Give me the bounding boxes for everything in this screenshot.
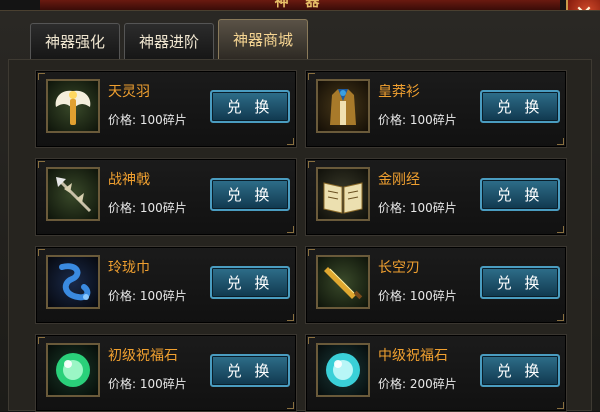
- shop-panel: 天灵羽 价格: 100碎片 兑 换 皇莽衫 价格: 100碎片 兑 换 战神戟 …: [8, 59, 592, 412]
- tab-shop[interactable]: 神器商城: [218, 19, 309, 59]
- scripture-book-icon: [316, 167, 370, 221]
- exchange-button[interactable]: 兑 换: [210, 354, 290, 387]
- item-name: 中级祝福石: [378, 348, 448, 364]
- exchange-button[interactable]: 兑 换: [480, 90, 560, 123]
- tab-enhance[interactable]: 神器强化: [30, 23, 121, 59]
- shop-item-card: 初级祝福石 价格: 100碎片 兑 换: [35, 334, 297, 412]
- item-name: 玲珑巾: [108, 260, 150, 276]
- tab-bar: 神器强化 神器进阶 神器商城: [30, 19, 309, 59]
- shop-item-card: 天灵羽 价格: 100碎片 兑 换: [35, 70, 297, 148]
- shop-item-card: 皇莽衫 价格: 100碎片 兑 换: [305, 70, 567, 148]
- angel-wings-icon: [46, 79, 100, 133]
- tab-advance[interactable]: 神器进阶: [124, 23, 215, 59]
- main-frame: 神器强化 神器进阶 神器商城 天灵羽 价格: 100碎片 兑 换 皇莽衫 价格:…: [0, 10, 600, 412]
- exchange-button[interactable]: 兑 换: [210, 90, 290, 123]
- item-price: 价格: 100碎片: [108, 201, 187, 215]
- item-name: 皇莽衫: [378, 84, 420, 100]
- shop-item-card: 金刚经 价格: 100碎片 兑 换: [305, 158, 567, 236]
- shop-item-card: 玲珑巾 价格: 100碎片 兑 换: [35, 246, 297, 324]
- exchange-button[interactable]: 兑 换: [210, 178, 290, 211]
- item-name: 长空刃: [378, 260, 420, 276]
- shop-item-card: 战神戟 价格: 100碎片 兑 换: [35, 158, 297, 236]
- blue-scarf-icon: [46, 255, 100, 309]
- item-name: 战神戟: [108, 172, 150, 188]
- royal-robe-icon: [316, 79, 370, 133]
- exchange-button[interactable]: 兑 换: [480, 354, 560, 387]
- green-orb-icon: [46, 343, 100, 397]
- golden-blade-icon: [316, 255, 370, 309]
- item-price: 价格: 100碎片: [378, 113, 457, 127]
- item-price: 价格: 100碎片: [378, 289, 457, 303]
- item-price: 价格: 100碎片: [108, 289, 187, 303]
- shop-item-card: 中级祝福石 价格: 200碎片 兑 换: [305, 334, 567, 412]
- item-name: 金刚经: [378, 172, 420, 188]
- halberd-icon: [46, 167, 100, 221]
- cyan-orb-icon: [316, 343, 370, 397]
- item-price: 价格: 100碎片: [108, 377, 187, 391]
- exchange-button[interactable]: 兑 换: [210, 266, 290, 299]
- shop-item-card: 长空刃 价格: 100碎片 兑 换: [305, 246, 567, 324]
- item-name: 天灵羽: [108, 84, 150, 100]
- item-price: 价格: 100碎片: [108, 113, 187, 127]
- exchange-button[interactable]: 兑 换: [480, 178, 560, 211]
- item-price: 价格: 100碎片: [378, 201, 457, 215]
- exchange-button[interactable]: 兑 换: [480, 266, 560, 299]
- item-price: 价格: 200碎片: [378, 377, 457, 391]
- item-name: 初级祝福石: [108, 348, 178, 364]
